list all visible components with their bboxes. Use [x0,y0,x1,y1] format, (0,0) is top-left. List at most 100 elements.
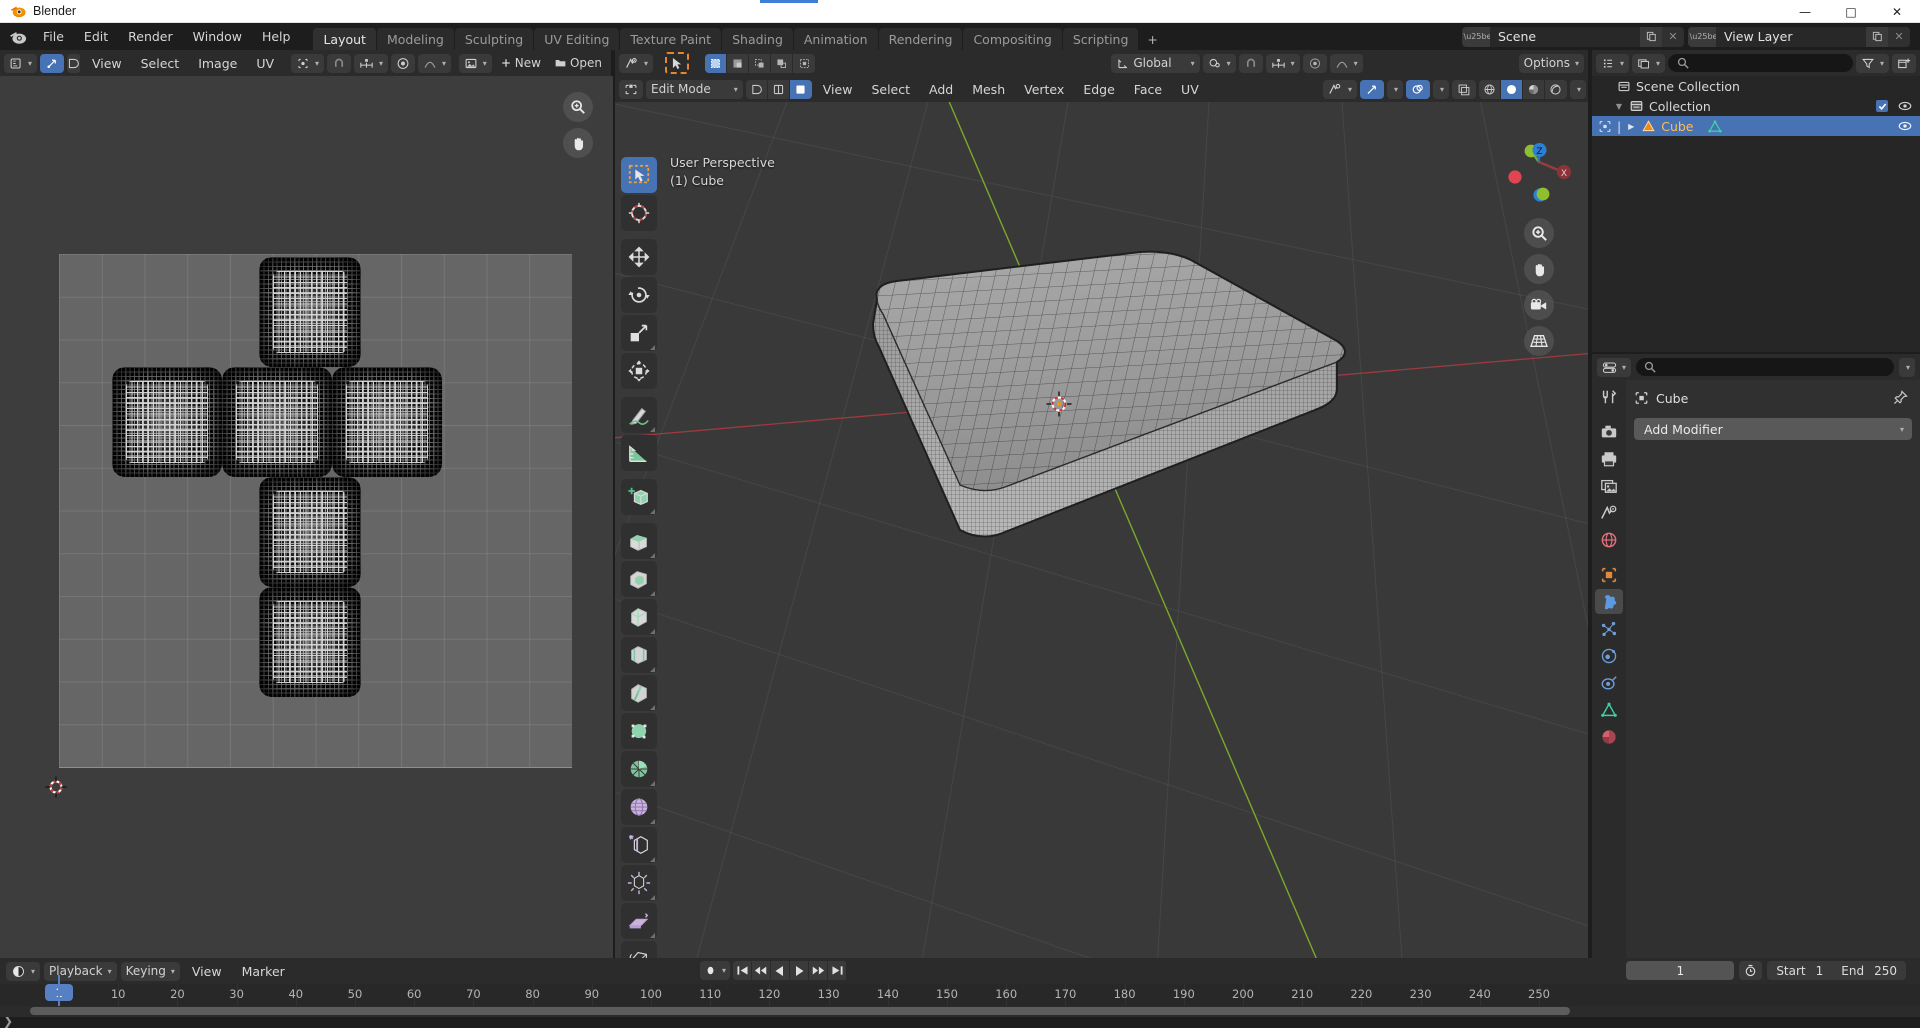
collection-expand-arrow[interactable]: ▼ [1614,102,1624,111]
shading-solid-button[interactable] [1500,79,1523,99]
uv-island-center[interactable] [222,367,332,477]
material-tab[interactable] [1595,724,1623,749]
properties-search-input[interactable] [1636,358,1894,376]
timeline-menu-view[interactable]: View [184,962,230,981]
select-extend-button[interactable] [727,53,750,73]
shading-dropdown-button[interactable]: ▾ [1569,79,1586,99]
camera-view-icon[interactable] [1524,290,1554,320]
maximize-button[interactable]: □ [1828,0,1874,23]
constraints-tab[interactable] [1595,670,1623,695]
outliner-new-collection-button[interactable] [1892,53,1916,73]
annotate-tool[interactable] [621,397,657,433]
shading-material-button[interactable] [1522,79,1545,99]
uv-proportional-editing-button[interactable] [391,53,416,73]
collection-checkbox[interactable] [1876,100,1888,112]
outliner-filter-button[interactable]: ▾ [1855,53,1889,73]
uv-pivot-point-button[interactable]: ▾ [291,53,325,73]
particles-tab[interactable] [1595,616,1623,641]
object-data-tab[interactable] [1595,697,1623,722]
timeline-ruler[interactable]: ❯ 10 20 30 40 50 60 70 80 90 100 110 120 130 140 150 16… [0,984,1920,1028]
outliner-search-input[interactable] [1668,54,1853,72]
vp-menu-add[interactable]: Add [921,80,961,99]
view-layer-name-field[interactable]: View Layer [1716,26,1866,47]
timeline-frame-controls[interactable]: 1 Start 1 End 250 [1626,961,1906,980]
world-tab[interactable] [1595,527,1623,552]
window-controls[interactable]: — □ ✕ [1782,0,1920,23]
rip-region-tool[interactable] [621,941,657,958]
play-reverse-icon[interactable] [771,961,791,980]
vp-menu-edge[interactable]: Edge [1075,80,1122,99]
uv-editor-type-button[interactable]: ▾ [4,53,38,73]
outliner-row-collection[interactable]: ▼ Collection [1592,96,1920,116]
shading-mode-group[interactable] [1478,79,1567,99]
vp-cursor-tool-settings-button[interactable]: ▾ [619,53,654,73]
add-modifier-button[interactable]: Add Modifier ▾ [1634,418,1912,440]
add-cube-tool[interactable] [621,479,657,515]
workspace-tabs[interactable]: Layout Modeling Sculpting UV Editing Tex… [313,23,1165,50]
vp-active-tool-button[interactable] [665,52,690,74]
uv-island-right[interactable] [332,367,442,477]
measure-tool[interactable] [621,435,657,471]
extrude-region-tool[interactable] [621,523,657,559]
visibility-button[interactable]: ▾ [1322,79,1357,99]
xray-toggle-button[interactable] [1451,79,1476,99]
uv-menu-uv[interactable]: UV [248,54,282,73]
mesh-data-icon[interactable] [1707,119,1723,134]
select-set-button[interactable] [705,53,728,73]
vp-snap-target-button[interactable]: ▾ [1265,53,1300,73]
properties-options-button[interactable]: ▾ [1898,357,1915,377]
viewport-toolbar[interactable] [621,157,659,958]
uv-image-area[interactable] [59,254,572,767]
blender-menu-icon[interactable] [8,27,28,47]
uv-zoom-gizmo[interactable] [539,86,593,158]
poly-build-tool[interactable] [621,713,657,749]
tab-scripting[interactable]: Scripting [1062,28,1139,50]
shading-wireframe-button[interactable] [1478,79,1501,99]
tab-modeling[interactable]: Modeling [376,28,454,50]
play-icon[interactable] [790,961,810,980]
vp-proportional-editing-button[interactable] [1302,53,1327,73]
tab-compositing[interactable]: Compositing [963,28,1062,50]
uv-island-bottom[interactable] [259,477,361,587]
uv-menu-image[interactable]: Image [190,54,245,73]
viewport-canvas[interactable]: User Perspective (1) Cube Z X [615,102,1588,958]
rotate-tool[interactable] [621,277,657,313]
timeline-editor-type-button[interactable]: ▾ [6,961,41,981]
vp-snap-magnet-button[interactable] [1238,53,1263,73]
menu-edit[interactable]: Edit [75,26,117,47]
outliner-search-field[interactable] [1689,56,1853,70]
tweak-select-tool[interactable] [621,157,657,193]
overlays-dropdown-button[interactable]: ▾ [1432,79,1449,99]
uv-canvas[interactable] [0,76,613,996]
viewport-navigation-gizmos[interactable]: Z X [1500,134,1580,356]
outliner-row-scene-collection[interactable]: Scene Collection [1592,76,1920,96]
view-layer-tab[interactable] [1595,473,1623,498]
scene-icon[interactable]: \u25be [1462,26,1491,47]
uv-snap-target-button[interactable]: ▾ [354,53,389,73]
current-frame-field[interactable]: 1 [1626,961,1735,980]
properties-tab-column[interactable] [1592,380,1626,958]
view-layer-datablock[interactable]: \u25be View Layer ✕ [1688,26,1910,47]
menu-window[interactable]: Window [184,26,251,47]
auto-keying-button[interactable] [1739,961,1763,980]
spin-tool[interactable] [621,751,657,787]
editor-type-button[interactable] [619,79,643,99]
properties-editor-type-button[interactable]: ▾ [1597,357,1632,377]
shear-tool[interactable] [621,903,657,939]
outliner-row-cube[interactable]: | ▶ Cube [1592,116,1920,136]
pan-hand-icon[interactable] [1524,254,1554,284]
render-tab[interactable] [1595,419,1623,444]
uv-mode-button[interactable] [40,53,65,73]
vp-menu-view[interactable]: View [815,80,861,99]
uv-image-datablock-button[interactable]: ▾ [458,53,492,73]
tab-layout[interactable]: Layout [313,28,376,50]
vp-menu-vertex[interactable]: Vertex [1016,80,1072,99]
vp-menu-face[interactable]: Face [1126,80,1170,99]
scene-datablock[interactable]: \u25be Scene ✕ [1462,26,1684,47]
topbar-menu[interactable]: File Edit Render Window Help [34,26,299,47]
vp-falloff-button[interactable]: ▾ [1329,53,1363,73]
vp-pivot-point-button[interactable]: ▾ [1202,53,1236,73]
minimize-button[interactable]: — [1782,0,1828,23]
tab-sculpting[interactable]: Sculpting [454,28,534,50]
close-button[interactable]: ✕ [1874,0,1920,23]
